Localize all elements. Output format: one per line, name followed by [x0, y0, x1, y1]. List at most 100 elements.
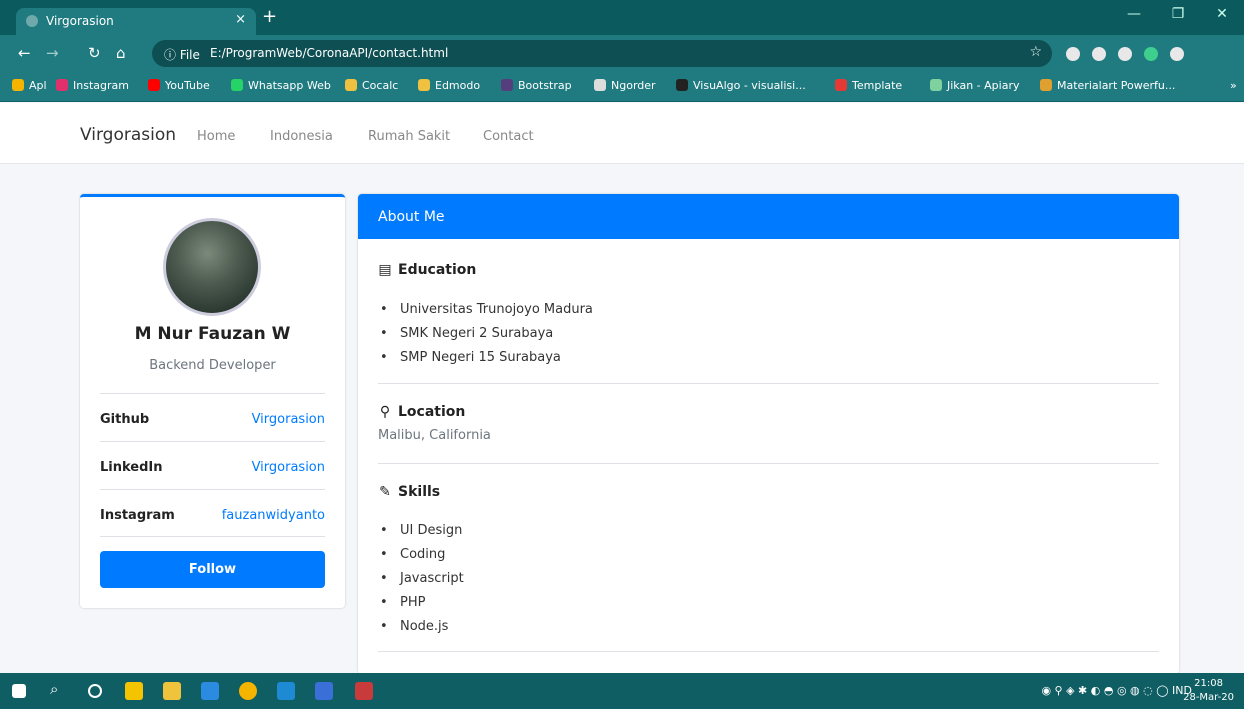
- bookmark-item[interactable]: Whatsapp Web: [231, 79, 331, 92]
- extension-icon[interactable]: [1066, 47, 1080, 61]
- globe-icon: [26, 15, 38, 27]
- bookmark-item[interactable]: Jikan - Apiary: [930, 79, 1020, 92]
- location-heading: ⚲ Location: [379, 404, 466, 420]
- mail-icon[interactable]: [277, 682, 295, 700]
- start-icon[interactable]: [12, 684, 26, 698]
- taskbar-clock[interactable]: 21:08 28-Mar-20: [1183, 677, 1234, 705]
- search-icon[interactable]: ⌕: [50, 680, 58, 698]
- tray-icons[interactable]: ◉ ⚲ ◈ ✱ ◐ ◓ ◎ ◍ ◌ ◯: [1041, 684, 1168, 697]
- list-item: SMK Negeri 2 Surabaya: [378, 322, 593, 346]
- pencil-icon: ✎: [379, 484, 391, 500]
- nav-link-indonesia[interactable]: Indonesia: [270, 129, 333, 144]
- chrome-icon[interactable]: [239, 682, 257, 700]
- linkedin-link[interactable]: Virgorasion: [252, 460, 325, 475]
- location-value: Malibu, California: [378, 428, 491, 443]
- address-bar[interactable]: ⓘ File E:/ProgramWeb/CoronaAPI/contact.h…: [152, 40, 1052, 67]
- about-header: About Me: [358, 194, 1179, 239]
- browser-tab-strip: Virgorasion × + — ❐ ✕: [0, 0, 1244, 35]
- minimize-icon[interactable]: —: [1112, 6, 1156, 22]
- url-text[interactable]: E:/ProgramWeb/CoronaAPI/contact.html: [210, 46, 448, 60]
- profile-card: M Nur Fauzan W Backend Developer Github …: [80, 194, 345, 608]
- template-icon: [835, 79, 847, 91]
- forward-icon[interactable]: →: [46, 44, 59, 62]
- calendar-app-icon[interactable]: [315, 682, 333, 700]
- close-window-icon[interactable]: ✕: [1200, 6, 1244, 22]
- list-item: SMP Negeri 15 Surabaya: [378, 346, 593, 370]
- bookmark-item[interactable]: Edmodo: [418, 79, 480, 92]
- browser-toolbar: ← → ↻ ⌂ ⓘ File E:/ProgramWeb/CoronaAPI/c…: [0, 35, 1244, 72]
- back-icon[interactable]: ←: [18, 44, 31, 62]
- apps-icon: [12, 79, 24, 91]
- nav-link-rumah-sakit[interactable]: Rumah Sakit: [368, 129, 450, 144]
- bookmarks-bar: Apl Instagram YouTube Whatsapp Web Cocal…: [0, 72, 1244, 102]
- bookmark-star-icon[interactable]: ☆: [1029, 44, 1042, 60]
- bookmark-item[interactable]: Ngorder: [594, 79, 656, 92]
- cortana-icon[interactable]: [88, 684, 102, 698]
- nav-link-home[interactable]: Home: [197, 129, 235, 144]
- book-icon: ▤: [378, 262, 392, 278]
- visualgo-icon: [676, 79, 688, 91]
- profile-row-label: Github: [100, 412, 150, 427]
- cocalc-icon: [345, 79, 357, 91]
- home-icon[interactable]: ⌂: [116, 44, 126, 62]
- bookmark-item[interactable]: Bootstrap: [501, 79, 572, 92]
- list-item: Universitas Trunojoyo Madura: [378, 298, 593, 322]
- github-link[interactable]: Virgorasion: [252, 412, 325, 427]
- vscode-icon[interactable]: [201, 682, 219, 700]
- more-bookmarks-icon[interactable]: »: [1230, 79, 1237, 92]
- site-navbar: Virgorasion Home Indonesia Rumah Sakit C…: [0, 103, 1244, 164]
- bookmark-item[interactable]: Instagram: [56, 79, 129, 92]
- system-tray: ◉ ⚲ ◈ ✱ ◐ ◓ ◎ ◍ ◌ ◯ IND: [1041, 684, 1192, 697]
- profile-row-label: LinkedIn: [100, 460, 163, 475]
- list-item: Node.js: [378, 615, 464, 639]
- bookmark-item[interactable]: Template: [835, 79, 902, 92]
- bookmark-item[interactable]: YouTube: [148, 79, 210, 92]
- bookmark-item[interactable]: Materialart Powerfu...: [1040, 79, 1175, 92]
- extension-icon[interactable]: [1118, 47, 1132, 61]
- profile-role: Backend Developer: [149, 358, 276, 373]
- site-brand[interactable]: Virgorasion: [80, 125, 176, 145]
- profile-row-github: Github Virgorasion: [100, 393, 325, 441]
- profile-avatar-icon[interactable]: [1170, 47, 1184, 61]
- window-controls: — ❐ ✕: [1112, 6, 1244, 22]
- materialart-icon: [1040, 79, 1052, 91]
- bootstrap-icon: [501, 79, 513, 91]
- about-title: About Me: [378, 209, 445, 225]
- restore-icon[interactable]: ❐: [1156, 6, 1200, 22]
- windows-taskbar: ⌕ ◉ ⚲ ◈ ✱ ◐ ◓ ◎ ◍ ◌ ◯ IND 21:08 28-Mar-2…: [0, 673, 1244, 709]
- profile-name: M Nur Fauzan W: [134, 324, 291, 344]
- tab-title: Virgorasion: [46, 14, 114, 28]
- profile-row-label: Instagram: [100, 508, 175, 523]
- close-tab-icon[interactable]: ×: [235, 12, 246, 27]
- sticky-notes-icon[interactable]: [125, 682, 143, 700]
- instagram-icon: [56, 79, 68, 91]
- site-info[interactable]: ⓘ File: [164, 46, 200, 63]
- youtube-icon: [148, 79, 160, 91]
- nav-link-contact[interactable]: Contact: [483, 129, 534, 144]
- bookmark-item[interactable]: Apl: [12, 79, 47, 92]
- extension-icon[interactable]: [1092, 47, 1106, 61]
- clock-time: 21:08: [1194, 678, 1223, 689]
- globe-icon: [594, 79, 606, 91]
- instagram-link[interactable]: fauzanwidyanto: [222, 508, 325, 523]
- profile-row-instagram: Instagram fauzanwidyanto: [100, 489, 325, 537]
- reload-icon[interactable]: ↻: [88, 44, 101, 62]
- edmodo-icon: [418, 79, 430, 91]
- list-item: UI Design: [378, 519, 464, 543]
- new-tab-button[interactable]: +: [262, 6, 277, 27]
- file-explorer-icon[interactable]: [163, 682, 181, 700]
- clock-date: 28-Mar-20: [1183, 692, 1234, 703]
- extension-icon[interactable]: [1144, 47, 1158, 61]
- bookmark-item[interactable]: VisuAlgo - visualisi...: [676, 79, 806, 92]
- avatar: [163, 218, 261, 316]
- follow-button[interactable]: Follow: [100, 551, 325, 588]
- education-list: Universitas Trunojoyo Madura SMK Negeri …: [378, 298, 593, 370]
- app-icon[interactable]: [355, 682, 373, 700]
- education-heading: ▤ Education: [378, 262, 477, 278]
- profile-row-linkedin: LinkedIn Virgorasion: [100, 441, 325, 489]
- skills-list: UI Design Coding Javascript PHP Node.js: [378, 519, 464, 639]
- bookmark-item[interactable]: Cocalc: [345, 79, 398, 92]
- browser-tab[interactable]: Virgorasion ×: [16, 8, 256, 35]
- divider: [378, 463, 1159, 464]
- whatsapp-icon: [231, 79, 243, 91]
